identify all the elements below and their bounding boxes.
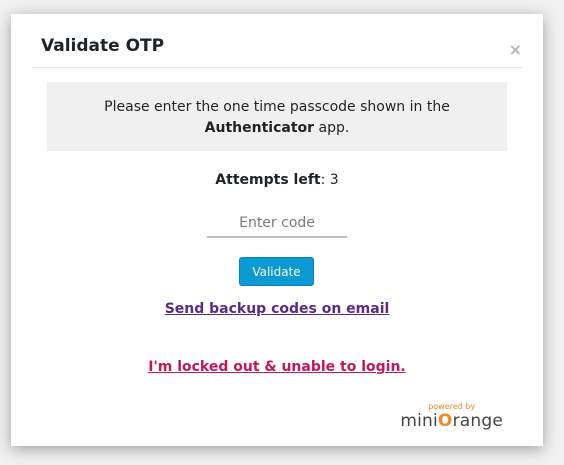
brand-suffix: range: [452, 411, 503, 431]
validate-otp-modal: Validate OTP × Please enter the one time…: [11, 14, 543, 446]
attempts-left: Attempts left: 3: [11, 172, 543, 188]
instruction-suffix: app.: [314, 120, 350, 136]
authenticator-app-name: Authenticator: [204, 120, 315, 136]
locked-out-link[interactable]: I'm locked out & unable to login.: [11, 359, 543, 375]
attempts-separator: :: [320, 172, 330, 188]
attempts-label: Attempts left: [215, 172, 321, 188]
modal-title: Validate OTP: [41, 36, 165, 56]
miniorange-logo: miniOrange: [400, 411, 503, 431]
validate-button[interactable]: Validate: [239, 257, 314, 286]
brand-prefix: mini: [400, 411, 438, 431]
powered-by-text: powered by: [428, 402, 476, 411]
miniorange-branding: powered by miniOrange: [400, 402, 503, 431]
brand-o: O: [437, 411, 453, 431]
modal-header: Validate OTP ×: [32, 14, 522, 68]
send-backup-codes-link[interactable]: Send backup codes on email: [11, 301, 543, 317]
close-icon[interactable]: ×: [509, 42, 522, 58]
otp-code-input[interactable]: [207, 210, 347, 238]
attempts-count: 3: [329, 172, 339, 188]
instruction-message: Please enter the one time passcode shown…: [47, 82, 507, 151]
instruction-text: Please enter the one time passcode shown…: [104, 99, 450, 115]
